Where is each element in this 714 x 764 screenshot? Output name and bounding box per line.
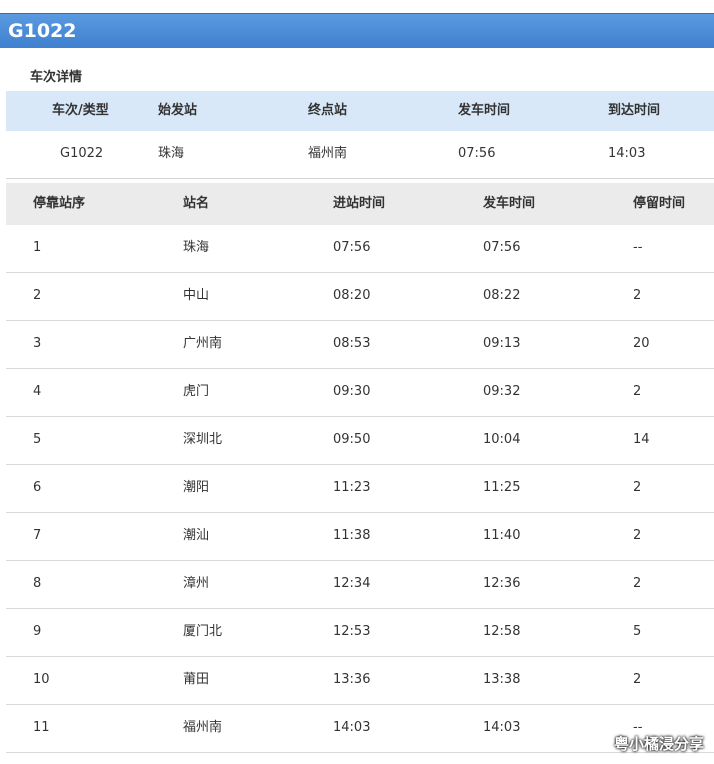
stops-header-seq: 停靠站序 [33, 196, 86, 211]
stop-row: 4 虎门 09:30 09:32 2 [6, 369, 714, 417]
summary-row: G1022 珠海 福州南 07:56 14:03 [6, 131, 714, 179]
stop-stay-time: 14 [633, 432, 650, 447]
stop-arrive-time: 09:50 [333, 432, 371, 447]
summary-header-origin: 始发站 [158, 103, 198, 118]
stop-seq: 2 [33, 288, 42, 303]
stop-seq: 3 [33, 336, 42, 351]
stops-header-arrive: 进站时间 [333, 196, 386, 211]
stop-stay-time: 2 [633, 384, 642, 399]
stop-row: 3 广州南 08:53 09:13 20 [6, 321, 714, 369]
stop-arrive-time: 13:36 [333, 672, 371, 687]
stop-depart-time: 09:13 [483, 336, 521, 351]
stop-arrive-time: 08:53 [333, 336, 371, 351]
stop-arrive-time: 11:23 [333, 480, 371, 495]
stops-header-station: 站名 [183, 196, 210, 211]
stop-stay-time: 2 [633, 576, 642, 591]
stop-depart-time: 11:40 [483, 528, 521, 543]
stop-stay-time: 20 [633, 336, 650, 351]
stop-station: 深圳北 [183, 432, 223, 447]
summary-header-depart-time: 发车时间 [458, 103, 511, 118]
stop-seq: 6 [33, 480, 42, 495]
watermark: 粤小橘浸分享 [613, 735, 704, 753]
stop-row: 9 厦门北 12:53 12:58 5 [6, 609, 714, 657]
section-title: 车次详情 [30, 70, 83, 85]
stop-arrive-time: 09:30 [333, 384, 371, 399]
stops-header-depart: 发车时间 [483, 196, 536, 211]
stop-station: 珠海 [183, 240, 210, 255]
stop-seq: 5 [33, 432, 42, 447]
stop-station: 广州南 [183, 336, 223, 351]
stop-station: 漳州 [183, 576, 210, 591]
stop-station: 中山 [183, 288, 210, 303]
stop-row: 2 中山 08:20 08:22 2 [6, 273, 714, 321]
stop-arrive-time: 08:20 [333, 288, 371, 303]
stop-seq: 8 [33, 576, 42, 591]
stop-arrive-time: 07:56 [333, 240, 371, 255]
stop-seq: 7 [33, 528, 42, 543]
stop-seq: 4 [33, 384, 42, 399]
stop-row: 6 潮阳 11:23 11:25 2 [6, 465, 714, 513]
stop-row: 10 莆田 13:36 13:38 2 [6, 657, 714, 705]
stop-depart-time: 07:56 [483, 240, 521, 255]
stop-station: 虎门 [183, 384, 210, 399]
stop-station: 潮阳 [183, 480, 210, 495]
stop-row: 7 潮汕 11:38 11:40 2 [6, 513, 714, 561]
stop-arrive-time: 11:38 [333, 528, 371, 543]
summary-arrive-time: 14:03 [608, 146, 646, 161]
stop-station: 厦门北 [183, 624, 223, 639]
train-number-title: G1022 [8, 20, 77, 42]
summary-terminal: 福州南 [308, 146, 348, 161]
summary-origin: 珠海 [158, 146, 185, 161]
stop-depart-time: 10:04 [483, 432, 521, 447]
stop-depart-time: 08:22 [483, 288, 521, 303]
stop-stay-time: 2 [633, 528, 642, 543]
stop-row: 5 深圳北 09:50 10:04 14 [6, 417, 714, 465]
stop-seq: 1 [33, 240, 42, 255]
stop-stay-time: 2 [633, 672, 642, 687]
stop-stay-time: 2 [633, 288, 642, 303]
stop-seq: 10 [33, 672, 50, 687]
stop-station: 福州南 [183, 720, 223, 735]
stops-header-stay: 停留时间 [633, 196, 686, 211]
summary-header-train-type: 车次/类型 [52, 103, 109, 118]
train-title-bar: G1022 [0, 13, 714, 48]
stop-row: 11 福州南 14:03 14:03 -- [6, 705, 714, 753]
stop-arrive-time: 12:34 [333, 576, 371, 591]
stop-seq: 11 [33, 720, 50, 735]
stop-depart-time: 12:58 [483, 624, 521, 639]
stop-station: 莆田 [183, 672, 210, 687]
stop-row: 1 珠海 07:56 07:56 -- [6, 225, 714, 273]
summary-header-terminal: 终点站 [308, 103, 348, 118]
stop-arrive-time: 14:03 [333, 720, 371, 735]
stop-depart-time: 11:25 [483, 480, 521, 495]
stop-stay-time: 2 [633, 480, 642, 495]
summary-header-row: 车次/类型 始发站 终点站 发车时间 到达时间 [6, 91, 714, 131]
summary-header-arrive-time: 到达时间 [608, 103, 661, 118]
summary-train-number: G1022 [60, 146, 104, 161]
stop-depart-time: 12:36 [483, 576, 521, 591]
stop-stay-time: 5 [633, 624, 642, 639]
stop-stay-time: -- [633, 240, 643, 255]
stop-row: 8 漳州 12:34 12:36 2 [6, 561, 714, 609]
stop-station: 潮汕 [183, 528, 210, 543]
stops-header-row: 停靠站序 站名 进站时间 发车时间 停留时间 [6, 183, 714, 225]
stop-depart-time: 13:38 [483, 672, 521, 687]
stop-arrive-time: 12:53 [333, 624, 371, 639]
stop-depart-time: 14:03 [483, 720, 521, 735]
summary-depart-time: 07:56 [458, 146, 496, 161]
stop-seq: 9 [33, 624, 42, 639]
stop-depart-time: 09:32 [483, 384, 521, 399]
